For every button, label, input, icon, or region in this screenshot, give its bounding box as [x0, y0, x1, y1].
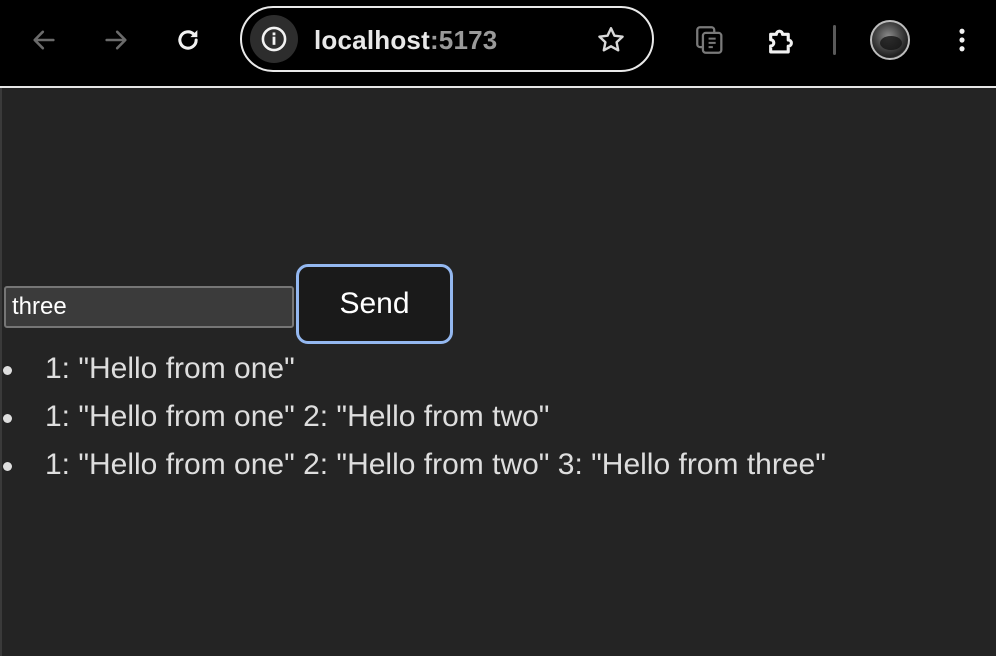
- extensions-button[interactable]: [762, 20, 802, 60]
- forward-button[interactable]: [96, 20, 136, 60]
- browser-window: localhost:5173 three Send 1: "Hello from…: [0, 0, 996, 656]
- list-item: 1: "Hello from one" 2: "Hello from two": [2, 398, 826, 446]
- browser-toolbar: localhost:5173: [0, 0, 996, 88]
- info-icon: [261, 26, 287, 52]
- kebab-menu-icon: [959, 28, 965, 52]
- list-item: 1: "Hello from one" 2: "Hello from two" …: [2, 446, 826, 494]
- browser-menu-button[interactable]: [942, 20, 982, 60]
- message-input[interactable]: [4, 286, 294, 328]
- url-host: localhost: [314, 25, 430, 55]
- url-port: :5173: [429, 25, 498, 55]
- list-item: 1: "Hello from one": [2, 350, 826, 398]
- address-bar[interactable]: localhost:5173: [240, 6, 654, 72]
- puzzle-icon: [769, 29, 793, 54]
- tab-search-button[interactable]: [690, 20, 730, 60]
- arrow-right-icon: [105, 30, 127, 50]
- site-info-button[interactable]: [250, 15, 298, 63]
- tab-search-icon: [696, 26, 723, 54]
- arrow-left-icon: [33, 30, 55, 50]
- page-content: Send 1: "Hello from one" 1: "Hello from …: [0, 88, 996, 656]
- message-list: 1: "Hello from one" 1: "Hello from one" …: [2, 350, 826, 494]
- url-text[interactable]: localhost:5173: [314, 24, 497, 56]
- star-icon: [598, 27, 624, 52]
- reload-button[interactable]: [168, 20, 208, 60]
- send-button[interactable]: Send: [296, 264, 453, 344]
- toolbar-divider: [833, 25, 836, 55]
- reload-icon: [178, 30, 198, 50]
- back-button[interactable]: [24, 20, 64, 60]
- bookmark-button[interactable]: [594, 23, 628, 57]
- profile-avatar[interactable]: [870, 20, 910, 60]
